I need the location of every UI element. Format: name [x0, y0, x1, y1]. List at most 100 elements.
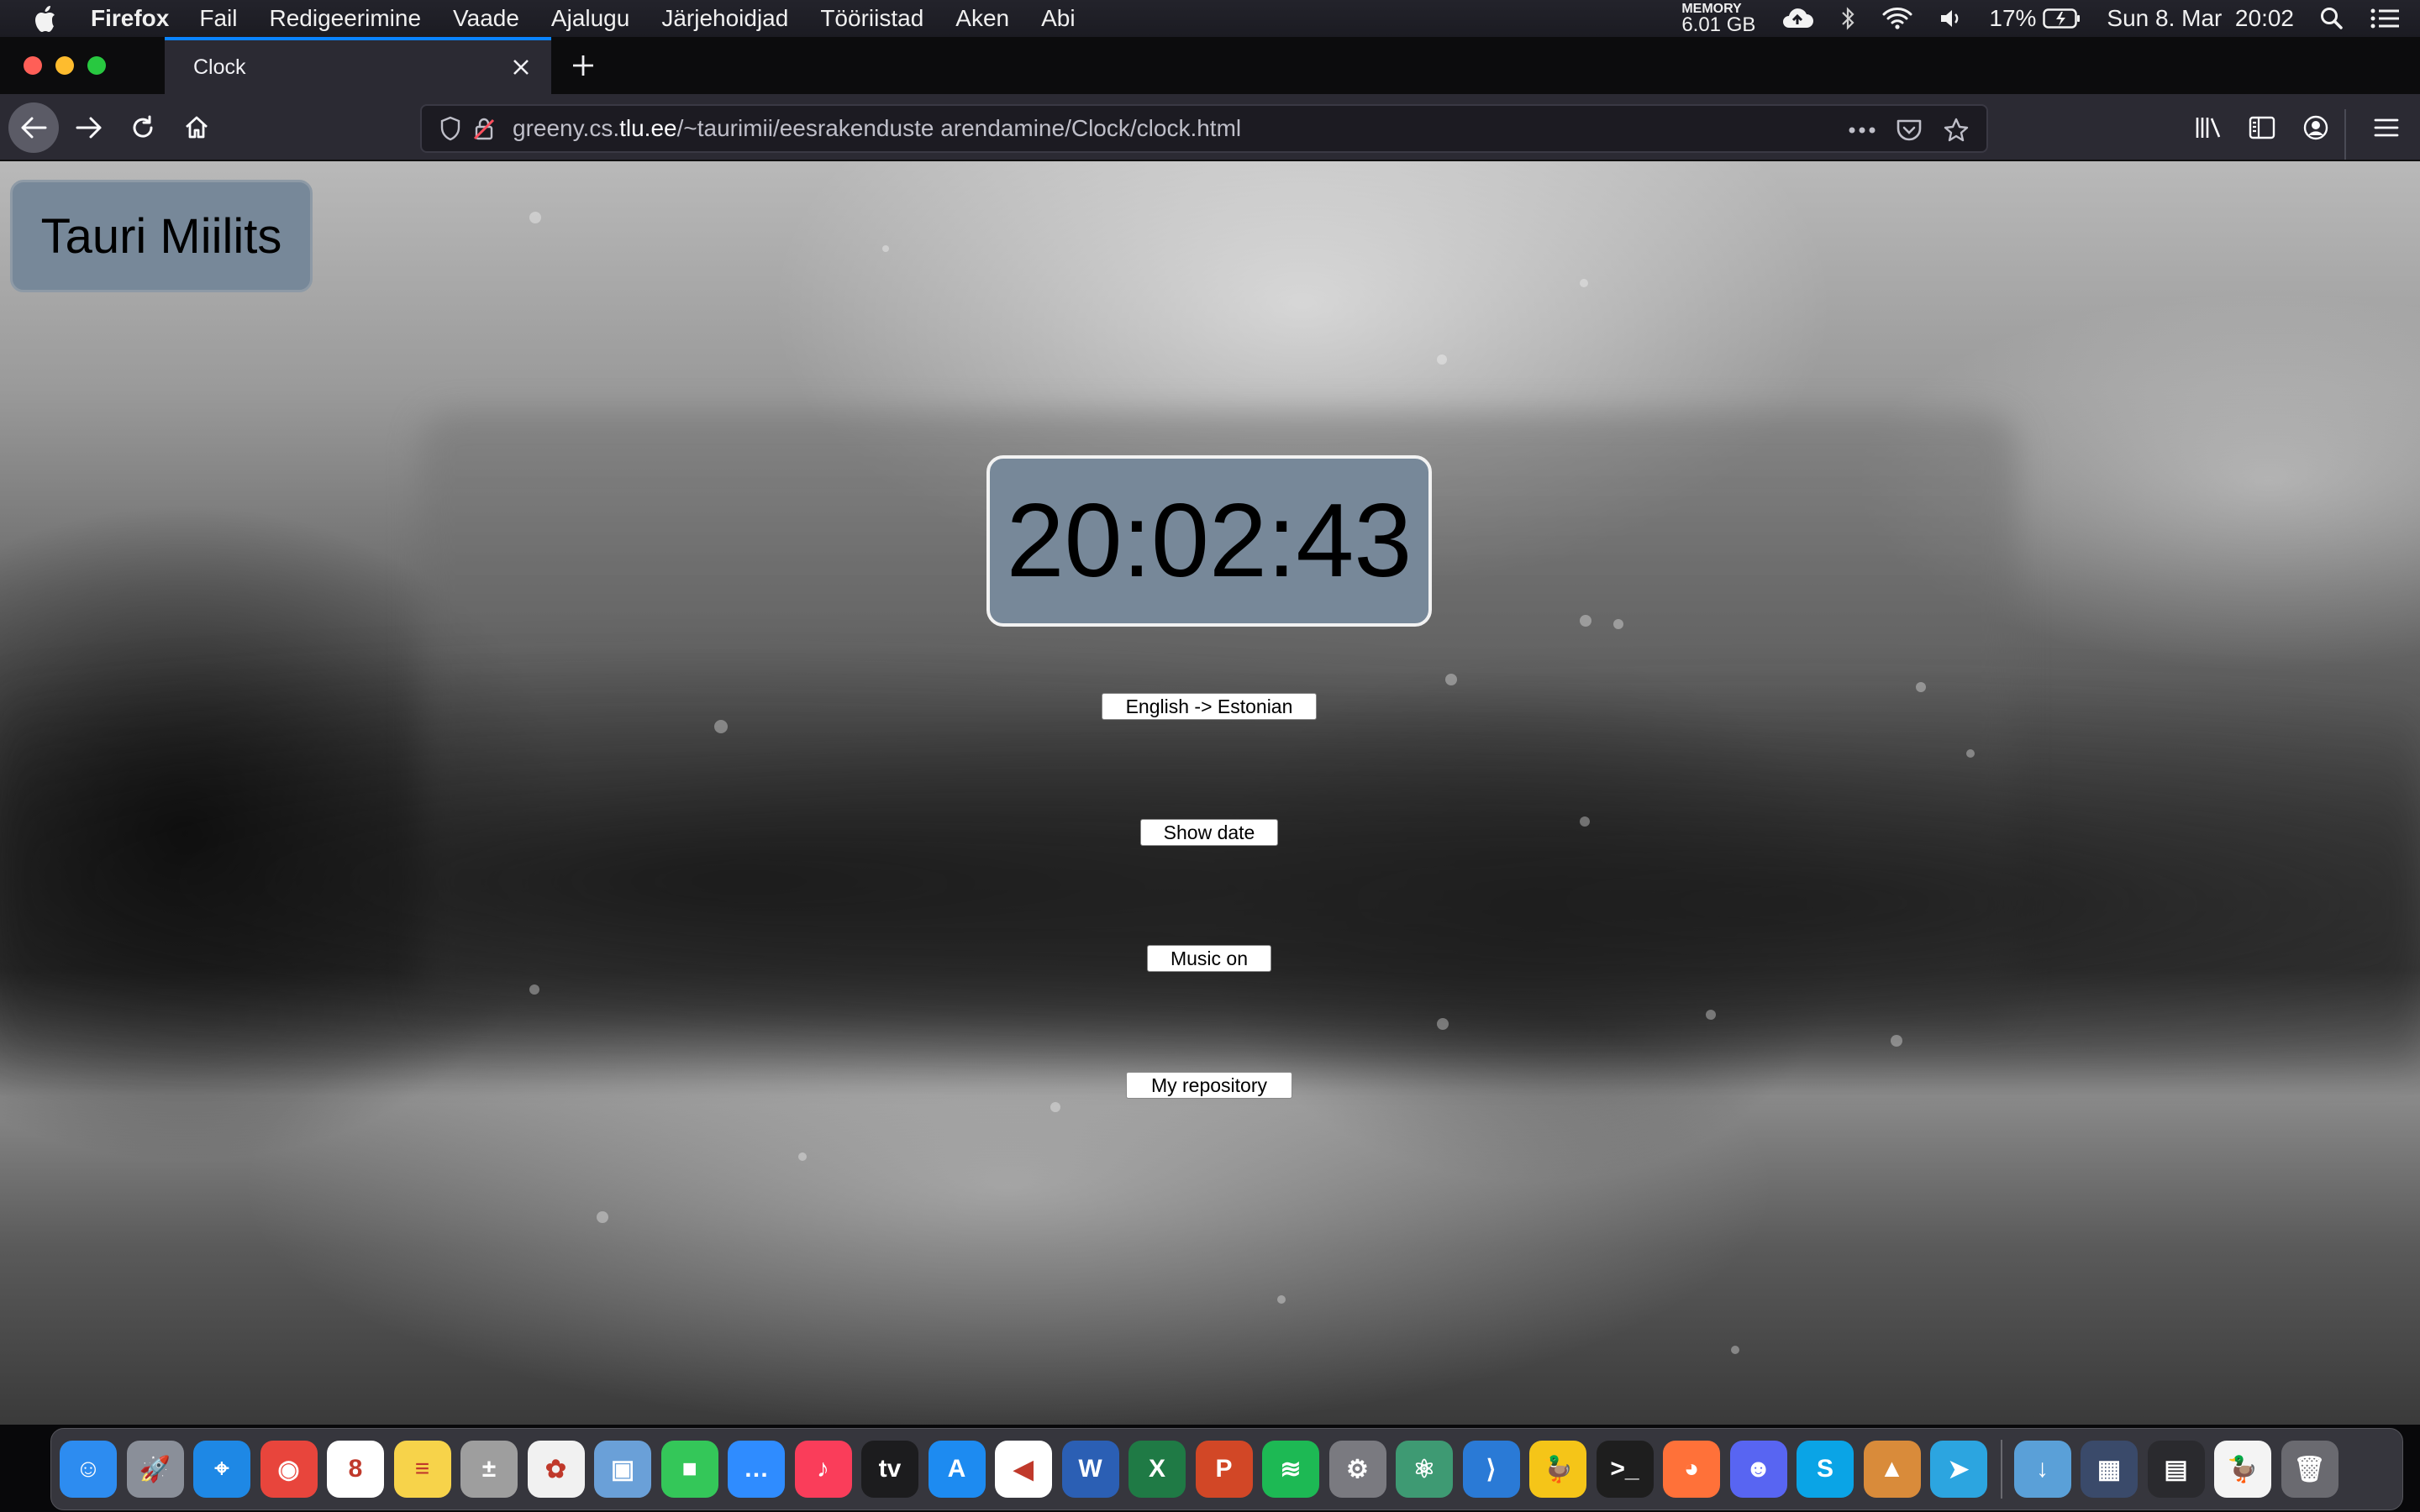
web-page: Tauri Miilits 20:02:43 English -> Estoni… [0, 161, 2420, 1425]
cloud-upload-icon[interactable] [1781, 6, 1814, 31]
repository-button[interactable]: My repository [1126, 1072, 1292, 1099]
raindrop [597, 1211, 608, 1223]
url-host-prefix: greeny.cs. [513, 115, 620, 141]
url-text[interactable]: greeny.cs.tlu.ee/~taurimii/eesrakenduste… [513, 115, 1241, 142]
close-tab-icon[interactable] [502, 49, 539, 86]
menu-edit[interactable]: Redigeerimine [269, 5, 421, 32]
menu-history[interactable]: Ajalugu [551, 5, 629, 32]
powerpoint-icon[interactable]: P [1195, 1441, 1253, 1498]
music-toggle-button[interactable]: Music on [1147, 945, 1271, 972]
insecure-lock-icon[interactable] [467, 112, 501, 145]
preview-icon[interactable]: ▣ [594, 1441, 651, 1498]
screenshot-2-icon[interactable]: ▤ [2147, 1441, 2205, 1498]
spotlight-search-icon[interactable] [2319, 6, 2344, 31]
menu-bookmarks[interactable]: Järjehoidjad [661, 5, 788, 32]
vscode-icon[interactable]: ⟩ [1462, 1441, 1520, 1498]
memory-status[interactable]: MEMORY 6.01 GB [1681, 3, 1756, 36]
menu-window[interactable]: Aken [955, 5, 1009, 32]
clock-display: 20:02:43 [986, 455, 1432, 627]
chrome-icon[interactable]: ◉ [260, 1441, 318, 1498]
mountain-app-icon[interactable]: ▲ [1863, 1441, 1921, 1498]
word-icon[interactable]: W [1061, 1441, 1119, 1498]
downloads-folder-icon[interactable]: ↓ [2013, 1441, 2071, 1498]
raindrop [1580, 615, 1591, 627]
forward-icon[interactable] [64, 102, 114, 153]
calendar-icon[interactable]: 8 [327, 1441, 384, 1498]
launchpad-icon[interactable]: 🚀 [126, 1441, 184, 1498]
tab-clock[interactable]: Clock [165, 37, 551, 94]
terminal-icon[interactable]: >_ [1596, 1441, 1654, 1498]
language-toggle-button[interactable]: English -> Estonian [1102, 693, 1317, 720]
address-bar[interactable]: greeny.cs.tlu.ee/~taurimii/eesrakenduste… [420, 104, 1988, 153]
discord-icon[interactable]: ☻ [1729, 1441, 1787, 1498]
hamburger-menu-icon[interactable] [2361, 102, 2412, 153]
sidebar-toggle-icon[interactable] [2237, 102, 2287, 153]
photos-icon[interactable]: ✿ [527, 1441, 585, 1498]
close-window-button[interactable] [24, 56, 42, 75]
account-icon[interactable] [2291, 102, 2341, 153]
raindrop [1277, 1295, 1286, 1304]
menubar-clock[interactable]: Sun 8. Mar 20:02 [2107, 5, 2294, 32]
music-icon[interactable]: ♪ [794, 1441, 852, 1498]
author-name: Tauri Miilits [40, 208, 282, 264]
finder-icon[interactable]: ☺ [60, 1441, 117, 1498]
atom-icon[interactable]: ⚛ [1396, 1441, 1453, 1498]
show-date-button[interactable]: Show date [1140, 819, 1278, 846]
apple-icon[interactable] [34, 5, 59, 32]
notification-center-icon[interactable] [2370, 6, 2400, 31]
memory-value: 6.01 GB [1681, 13, 1756, 36]
minimize-window-button[interactable] [55, 56, 74, 75]
navigation-toolbar: greeny.cs.tlu.ee/~taurimii/eesrakenduste… [0, 94, 2420, 161]
author-name-box: Tauri Miilits [10, 180, 313, 292]
telegram-icon[interactable]: ➤ [1930, 1441, 1987, 1498]
toolbar-right-buttons [2180, 102, 2412, 160]
macos-menu-bar: Firefox Fail Redigeerimine Vaade Ajalugu… [0, 0, 2420, 37]
menu-app-firefox[interactable]: Firefox [91, 5, 169, 32]
raindrop [1966, 749, 1975, 758]
app-store-icon[interactable]: A [928, 1441, 986, 1498]
skype-icon[interactable]: S [1797, 1441, 1854, 1498]
facetime-icon[interactable]: ■ [660, 1441, 718, 1498]
trash-icon[interactable]: 🗑 [2281, 1441, 2338, 1498]
apple-tv-icon[interactable]: tv [861, 1441, 918, 1498]
raindrop [1613, 619, 1623, 629]
notes-icon[interactable]: ≡ [393, 1441, 451, 1498]
battery-icon[interactable] [2043, 8, 2081, 29]
library-icon[interactable] [2183, 102, 2233, 153]
urlbar-actions [1833, 112, 1975, 149]
bluetooth-icon[interactable] [1839, 6, 1856, 31]
raindrop [1437, 354, 1447, 365]
menu-tools[interactable]: Tööriistad [820, 5, 923, 32]
screenshot-1-icon[interactable]: ▦ [2081, 1441, 2138, 1498]
zoom-window-button[interactable] [87, 56, 106, 75]
raindrop [529, 212, 541, 223]
firefox-icon[interactable]: ◕ [1663, 1441, 1720, 1498]
spotify-icon[interactable]: ≋ [1262, 1441, 1319, 1498]
menu-view[interactable]: Vaade [453, 5, 519, 32]
menu-file[interactable]: Fail [199, 5, 237, 32]
wifi-icon[interactable] [1881, 6, 1913, 31]
dock-separator [2000, 1440, 2002, 1499]
new-tab-icon[interactable] [565, 47, 602, 84]
window-controls [24, 56, 119, 75]
pocket-icon[interactable] [1891, 112, 1928, 149]
messages-icon[interactable]: … [728, 1441, 785, 1498]
menu-help[interactable]: Abi [1041, 5, 1075, 32]
excel-icon[interactable]: X [1128, 1441, 1186, 1498]
cubase-icon[interactable]: ◀ [995, 1441, 1052, 1498]
volume-icon[interactable] [1939, 6, 1964, 31]
bookmark-star-icon[interactable] [1938, 112, 1975, 149]
document-file-icon[interactable]: 🦆 [2214, 1441, 2271, 1498]
back-icon[interactable] [8, 102, 59, 153]
reload-icon[interactable] [118, 102, 168, 153]
cyberduck-icon[interactable]: 🦆 [1529, 1441, 1586, 1498]
raindrop [1731, 1346, 1739, 1354]
tracking-protection-shield-icon[interactable] [434, 112, 467, 145]
system-preferences-icon[interactable]: ⚙ [1328, 1441, 1386, 1498]
home-icon[interactable] [171, 102, 222, 153]
calculator-icon[interactable]: ± [460, 1441, 518, 1498]
safari-icon[interactable]: ⌖ [193, 1441, 250, 1498]
page-actions-more-icon[interactable] [1844, 112, 1881, 149]
battery-percent[interactable]: 17% [1989, 5, 2036, 32]
raindrop [882, 245, 889, 252]
